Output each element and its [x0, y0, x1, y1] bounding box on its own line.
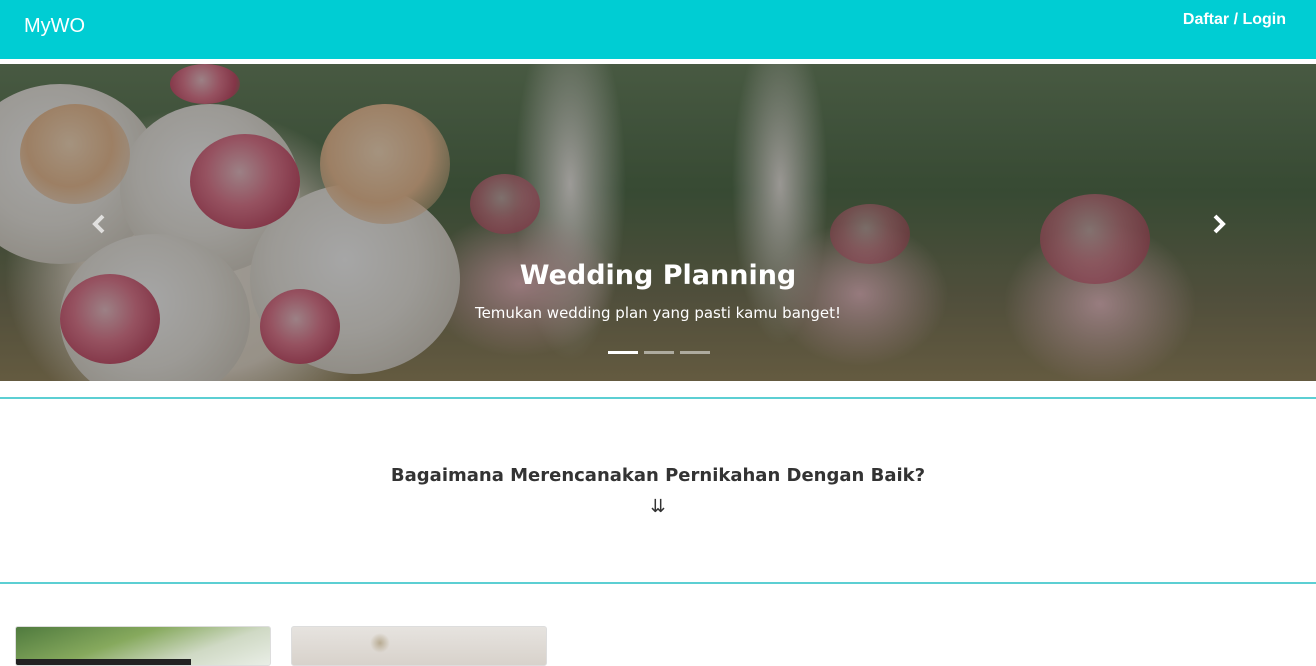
- article-card-1[interactable]: [15, 626, 271, 666]
- down-arrows-icon: ⇊: [650, 496, 666, 517]
- brand-logo[interactable]: MyWO: [24, 15, 85, 38]
- slide-title: Wedding Planning: [519, 260, 797, 291]
- carousel-indicator-1[interactable]: [608, 351, 638, 354]
- article-card-2[interactable]: [291, 626, 547, 666]
- navbar: MyWO Daftar / Login: [0, 0, 1316, 59]
- register-login-link[interactable]: Daftar / Login: [1183, 11, 1286, 29]
- carousel-next-button[interactable]: [1204, 209, 1234, 239]
- hero-carousel: Wedding Planning Temukan wedding plan ya…: [0, 64, 1316, 381]
- section-divider-top: [0, 397, 1316, 399]
- section-title: Bagaimana Merencanakan Pernikahan Dengan…: [390, 465, 926, 486]
- carousel-indicators: [608, 351, 710, 354]
- slide-subtitle: Temukan wedding plan yang pasti kamu ban…: [474, 304, 842, 322]
- card-image-caption-bar: [16, 659, 191, 665]
- carousel-indicator-2[interactable]: [644, 351, 674, 354]
- card-image-shape: [370, 633, 390, 653]
- section-divider-bottom: [0, 582, 1316, 584]
- carousel-prev-button[interactable]: [84, 209, 114, 239]
- carousel-overlay: [0, 64, 1316, 381]
- carousel-indicator-3[interactable]: [680, 351, 710, 354]
- chevron-right-icon: [1213, 214, 1226, 234]
- chevron-left-icon: [92, 214, 105, 234]
